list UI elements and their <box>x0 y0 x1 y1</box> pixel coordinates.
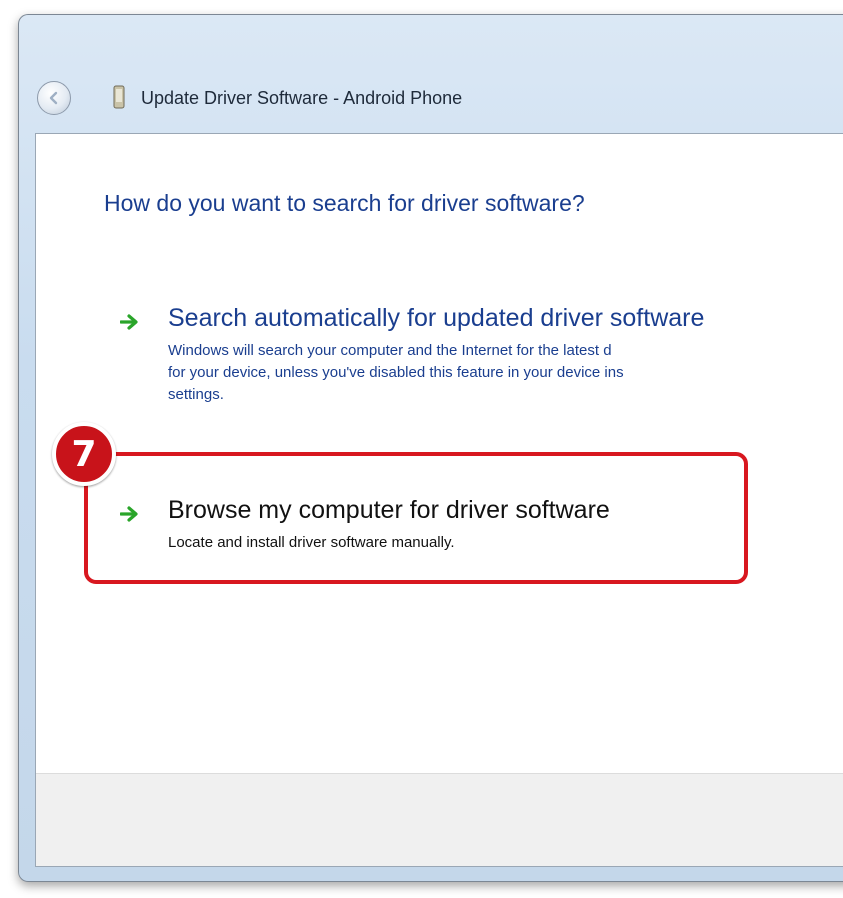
page-heading: How do you want to search for driver sof… <box>104 190 585 216</box>
back-arrow-icon <box>49 91 58 105</box>
option-title: Search automatically for updated driver … <box>168 304 705 332</box>
step-number-badge: 7 <box>52 422 116 486</box>
option-title: Browse my computer for driver software <box>168 496 610 524</box>
back-button[interactable] <box>37 81 71 115</box>
screenshot-page: Update Driver Software - Android Phone H… <box>0 0 843 898</box>
green-arrow-icon <box>120 506 138 522</box>
phone-icon <box>113 85 125 109</box>
dialog-footer <box>36 773 843 866</box>
window-title: Update Driver Software - Android Phone <box>141 88 463 108</box>
title-bar: Update Driver Software - Android Phone <box>19 15 843 133</box>
update-driver-window: Update Driver Software - Android Phone H… <box>18 14 843 882</box>
dialog-content: How do you want to search for driver sof… <box>35 133 843 867</box>
option-description: Windows will search your computer and th… <box>168 342 624 403</box>
option-description: Locate and install driver software manua… <box>168 534 455 551</box>
green-arrow-icon <box>120 314 138 330</box>
